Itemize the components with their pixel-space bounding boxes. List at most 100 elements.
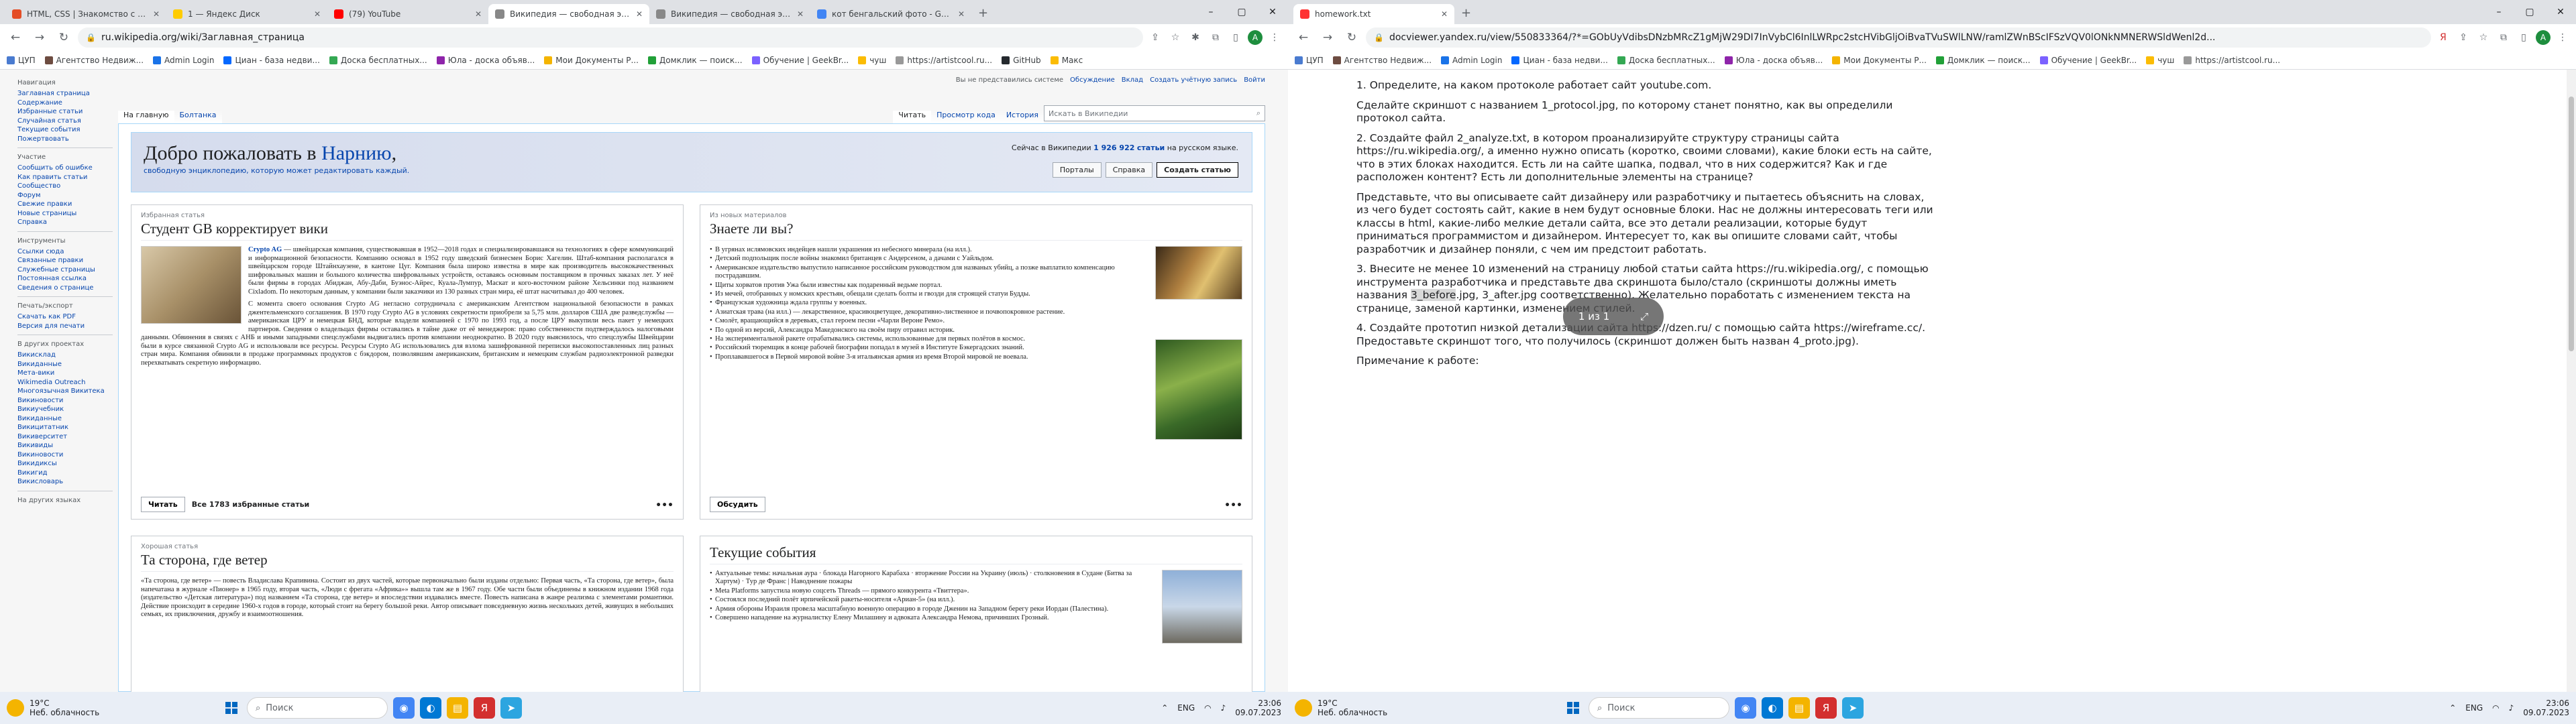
new-tab-button[interactable]: + [971,6,995,24]
address-bar[interactable]: 🔒 ru.wikipedia.org/wiki/Заглавная_страни… [78,27,1143,48]
bookmark-item[interactable]: Доска бесплатных... [329,56,427,65]
bookmark-item[interactable]: Мои Документы Р... [1832,56,1927,65]
chrome-icon[interactable]: ◉ [1735,697,1756,719]
volume-icon[interactable]: ♪ [2509,703,2514,713]
help-button[interactable]: Справка [1105,162,1153,178]
browser-tab[interactable]: Википедия — свободная энци... ✕ [649,4,810,24]
wifi-icon[interactable]: ◠ [1204,703,1211,713]
chevron-up-icon[interactable]: ⌃ [2449,703,2456,713]
close-tab-icon[interactable]: ✕ [797,9,804,19]
lang-indicator[interactable]: ENG [1177,703,1195,713]
minimize-icon[interactable]: – [2483,0,2514,24]
sidebar-link[interactable]: Многоязычная Викитека [17,387,113,396]
forward-icon[interactable]: → [1318,27,1338,48]
sidebar-link[interactable]: Заглавная страница [17,89,113,99]
sidebar-link[interactable]: Сообщество [17,182,113,191]
share-icon[interactable]: ⇪ [2455,29,2471,46]
profile-avatar[interactable]: А [1248,30,1263,45]
explorer-icon[interactable]: ▤ [447,697,468,719]
browser-tab[interactable]: кот бенгальский фото - Google...✕ [810,4,971,24]
extension-icon[interactable]: ✱ [1187,29,1203,46]
taskbar-search[interactable]: ⌕ Поиск [1589,697,1729,719]
welcome-link[interactable]: Нарнию [321,142,392,164]
sidebar-link[interactable]: Содержание [17,99,113,108]
sidebar-link[interactable]: Викиновости [17,396,113,406]
bookmark-item[interactable]: Обучение | GeekBr... [751,56,849,65]
bookmark-item[interactable]: GitHub [1002,56,1041,65]
close-tab-icon[interactable]: ✕ [314,9,321,19]
forward-icon[interactable]: → [30,27,50,48]
bookmark-item[interactable]: чуш [2146,56,2174,65]
user-link[interactable]: Вклад [1122,76,1143,84]
browser-tab[interactable]: HTML, CSS | Знакомство с веб-...✕ [5,4,166,24]
sidebar-link[interactable]: Свежие правки [17,200,113,209]
portals-button[interactable]: Порталы [1052,162,1102,178]
yandex-icon[interactable]: Я [1815,697,1837,719]
close-tab-icon[interactable]: ✕ [1441,9,1448,19]
sidebar-link[interactable]: Как править статьи [17,173,113,182]
sidebar-link[interactable]: Викиновости [17,450,113,460]
sidebar-link[interactable]: Постоянная ссылка [17,274,113,284]
tab-talk[interactable]: Болтанка [174,111,222,123]
bookmark-item[interactable]: Юла - доска объяв... [1724,56,1823,65]
sidepanel-icon[interactable]: ▯ [2516,29,2532,46]
bookmark-item[interactable]: Обучение | GeekBr... [2039,56,2137,65]
bookmark-item[interactable]: Агентство Недвиж... [1332,56,1432,65]
bookmark-item[interactable]: Домклик — поиск... [1935,56,2031,65]
bookmark-item[interactable]: ЦУП [7,56,36,65]
bookmark-item[interactable]: Агентство Недвиж... [44,56,144,65]
weather-widget[interactable]: 19°C Неб. облачность [1295,699,1469,717]
sidebar-link[interactable]: Викисклад [17,351,113,360]
sidebar-link[interactable]: Викиданные [17,414,113,424]
sidebar-link[interactable]: Избранные статьи [17,107,113,117]
bookmark-item[interactable]: Макс [1050,56,1083,65]
windows-start-icon[interactable] [1563,698,1583,718]
close-tab-icon[interactable]: ✕ [475,9,482,19]
user-link[interactable]: Создать учётную запись [1150,76,1237,84]
sidebar-link[interactable]: Викигид [17,469,113,478]
bookmark-item[interactable]: ЦУП [1295,56,1324,65]
user-link[interactable]: Обсуждение [1070,76,1115,84]
sidebar-link[interactable]: Новые страницы [17,209,113,219]
close-icon[interactable]: ✕ [1257,0,1288,24]
reload-icon[interactable]: ↻ [1342,27,1362,48]
more-icon[interactable]: ••• [655,500,674,511]
sidebar-link[interactable]: Викиучебник [17,405,113,414]
close-tab-icon[interactable]: ✕ [636,9,643,19]
sidebar-link[interactable]: Случайная статья [17,117,113,126]
create-article-button[interactable]: Создать статью [1157,162,1238,178]
bookmark-item[interactable]: Admin Login [1441,56,1502,65]
chrome-icon[interactable]: ◉ [393,697,415,719]
search-icon[interactable]: ⌕ [1256,109,1260,118]
address-bar[interactable]: 🔒 docviewer.yandex.ru/view/550833364/?*=… [1366,27,2431,48]
sidebar-link[interactable]: Скачать как PDF [17,312,113,322]
bookmark-item[interactable]: Доска бесплатных... [1617,56,1715,65]
bookmark-item[interactable]: Циан - база недви... [223,56,320,65]
sidepanel-icon[interactable]: ▯ [1228,29,1244,46]
sidebar-link[interactable]: Форум [17,191,113,200]
browser-tab[interactable]: Википедия — свободная энци... ✕ [488,4,649,24]
bookmark-item[interactable]: Юла - доска объяв... [436,56,535,65]
close-tab-icon[interactable]: ✕ [153,9,160,19]
all-featured-link[interactable]: Все 1783 избранные статьи [192,500,310,509]
sidebar-link[interactable]: Пожертвовать [17,135,113,144]
share-icon[interactable]: ⇪ [1147,29,1163,46]
sidebar-link[interactable]: Викиверситет [17,432,113,442]
sidebar-link[interactable]: Справка [17,218,113,227]
bookmark-item[interactable]: Домклик — поиск... [647,56,743,65]
bookmark-item[interactable]: чуш [858,56,886,65]
bookmark-item[interactable]: Циан - база недви... [1511,56,1608,65]
taskbar-search[interactable]: ⌕ Поиск [247,697,388,719]
sidebar-link[interactable]: Wikimedia Outreach [17,378,113,387]
close-icon[interactable]: ✕ [2545,0,2576,24]
maximize-icon[interactable]: ▢ [2514,0,2545,24]
back-icon[interactable]: ← [5,27,25,48]
profile-avatar[interactable]: А [2536,30,2551,45]
tab-view-source[interactable]: Просмотр кода [931,111,1001,123]
sidebar-link[interactable]: Ссылки сюда [17,247,113,257]
sidebar-link[interactable]: Связанные правки [17,256,113,265]
sidebar-link[interactable]: Викицитатник [17,423,113,432]
edge-icon[interactable]: ◐ [420,697,441,719]
reload-icon[interactable]: ↻ [54,27,74,48]
volume-icon[interactable]: ♪ [1221,703,1226,713]
